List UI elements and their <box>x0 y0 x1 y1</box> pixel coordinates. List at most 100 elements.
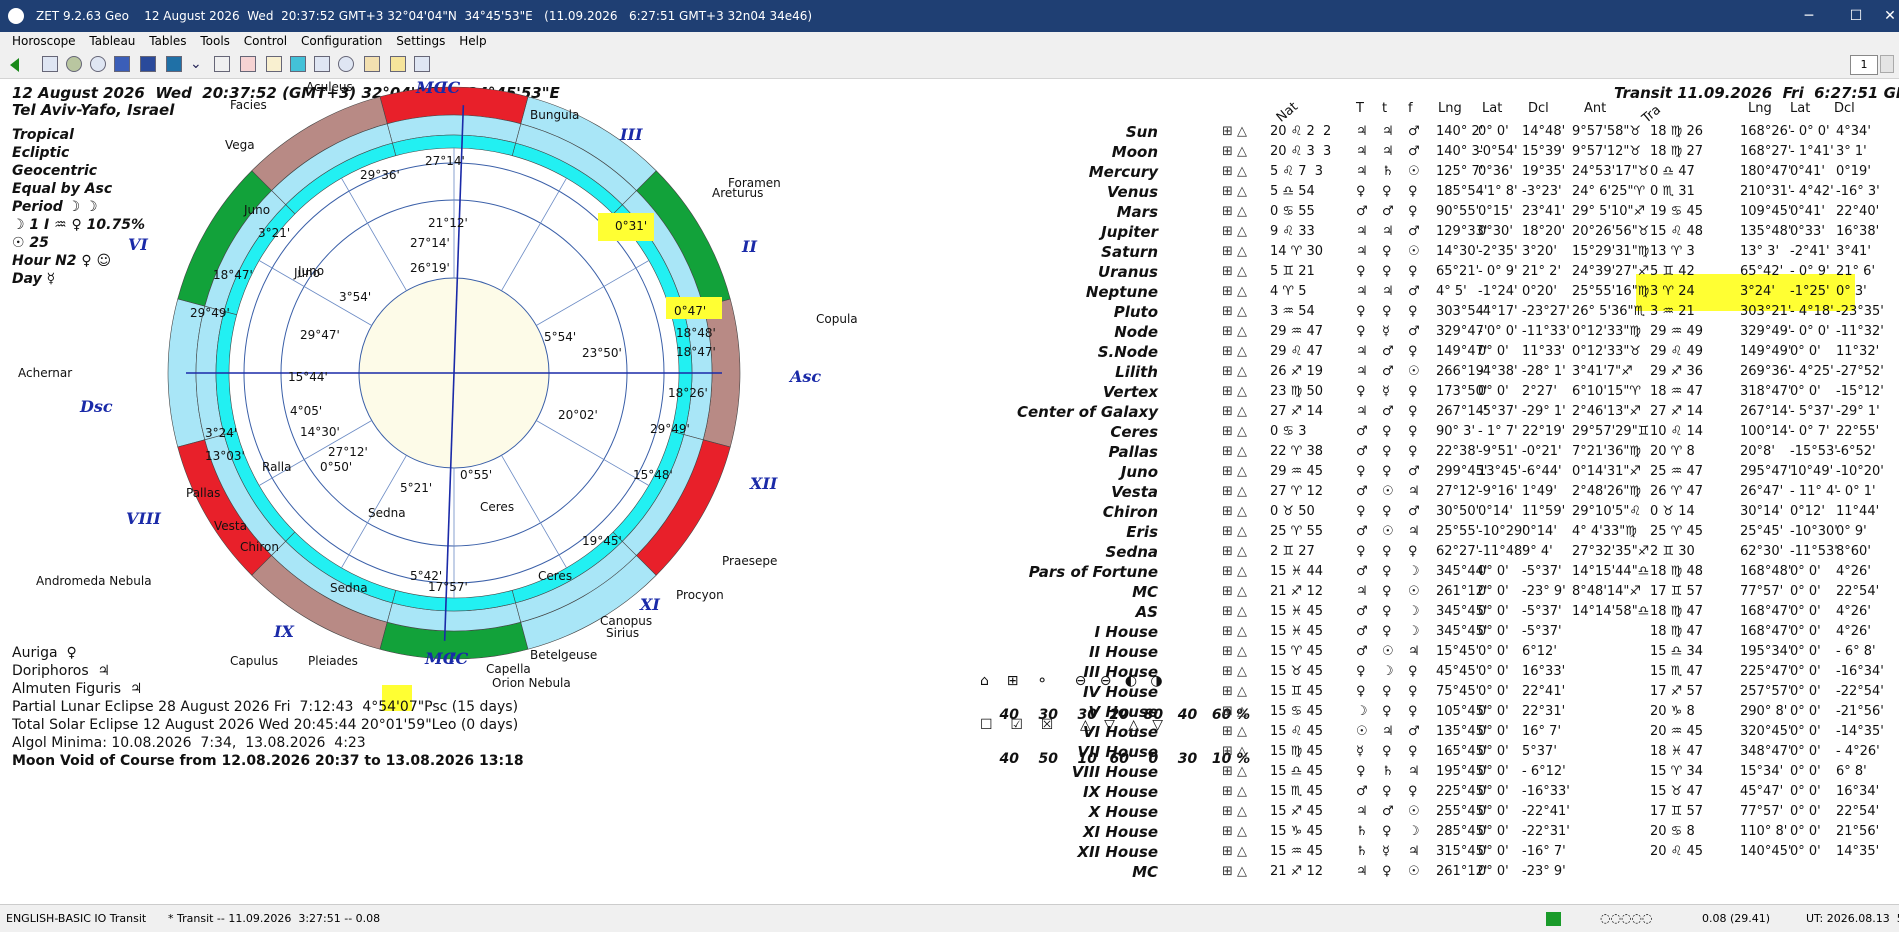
tool-calc-icon[interactable] <box>414 56 430 72</box>
cell-f: ♀ <box>1408 784 1418 799</box>
planet-name[interactable]: Ceres <box>1000 423 1158 441</box>
planet-name[interactable]: AS <box>1000 603 1158 621</box>
natal-degree-label: 0°50' <box>320 460 352 474</box>
cell-t: ♂ <box>1382 404 1394 419</box>
cell-T: ☉ <box>1356 724 1368 739</box>
tool-aspects-icon[interactable] <box>140 56 156 72</box>
planet-name[interactable]: IX House <box>1000 783 1158 801</box>
step-input[interactable]: 1 <box>1850 55 1878 75</box>
planet-name[interactable]: Sun <box>1000 123 1158 141</box>
tool-calendar-icon[interactable] <box>240 56 256 72</box>
cell-tra: 0 ♎ 47 <box>1650 164 1695 179</box>
cell-nat: 15 ♎ 45 <box>1270 764 1324 779</box>
cell-t: ♃ <box>1382 124 1394 139</box>
cell-lat: 0°30' <box>1478 224 1513 239</box>
planet-name[interactable]: Juno <box>1000 463 1158 481</box>
aspect-icons: ⊞ △ <box>1222 504 1248 519</box>
cell-tra: 29 ♒ 49 <box>1650 324 1704 339</box>
cell-dcl2: 22°54' <box>1836 584 1880 599</box>
horoscope-wheel[interactable]: III II Asc XII XI MC IC VI Dsc VIII IX I… <box>0 79 900 904</box>
menu-control[interactable]: Control <box>239 32 292 50</box>
planet-name[interactable]: Venus <box>1000 183 1158 201</box>
tool-book-icon[interactable] <box>266 56 282 72</box>
planet-name[interactable]: XI House <box>1000 823 1158 841</box>
back-arrow-icon[interactable] <box>10 58 19 72</box>
planet-name[interactable]: Sedna <box>1000 543 1158 561</box>
planet-name[interactable]: MC <box>1000 863 1158 881</box>
planet-name[interactable]: Moon <box>1000 143 1158 161</box>
planet-name[interactable]: VIII House <box>1000 763 1158 781</box>
menu-settings[interactable]: Settings <box>391 32 450 50</box>
aspect-icons: ⊞ △ <box>1222 664 1248 679</box>
tool-compass-icon[interactable] <box>364 56 380 72</box>
cell-dcl: -29° 1' <box>1522 404 1566 419</box>
planet-name[interactable]: Center of Galaxy <box>1000 403 1158 421</box>
planet-name[interactable]: Vertex <box>1000 383 1158 401</box>
aspect-icons: ⊞ △ <box>1222 464 1248 479</box>
planet-name[interactable]: Neptune <box>1000 283 1158 301</box>
tool-table-icon[interactable] <box>42 56 58 72</box>
menu-tools[interactable]: Tools <box>195 32 235 50</box>
cell-lng: 27°12' <box>1436 484 1480 499</box>
menu-tableau[interactable]: Tableau <box>84 32 140 50</box>
planet-name[interactable]: VII House <box>1000 743 1158 761</box>
planet-name[interactable]: MC <box>1000 583 1158 601</box>
planet-name[interactable]: XII House <box>1000 843 1158 861</box>
cell-nat: 0 ♋ 3 <box>1270 424 1307 439</box>
planet-name[interactable]: IV House <box>1000 683 1158 701</box>
planet-name[interactable]: Node <box>1000 323 1158 341</box>
menu-help[interactable]: Help <box>454 32 491 50</box>
planet-name[interactable]: III House <box>1000 663 1158 681</box>
planet-name[interactable]: Vesta <box>1000 483 1158 501</box>
natal-degree-label: 3°54' <box>339 290 371 304</box>
status-view-icons[interactable]: ◌◌◌◌◌ <box>1600 905 1652 932</box>
planet-name[interactable]: X House <box>1000 803 1158 821</box>
planet-name[interactable]: Lilith <box>1000 363 1158 381</box>
cell-nat: 15 ♑ 45 <box>1270 824 1324 839</box>
planet-name[interactable]: Uranus <box>1000 263 1158 281</box>
star-label-pleiades: Pleiades <box>308 654 358 668</box>
planet-name[interactable]: Jupiter <box>1000 223 1158 241</box>
tool-filter-icon[interactable]: ⌄ <box>190 56 206 72</box>
cell-t: ☉ <box>1382 524 1394 539</box>
tool-grid-icon[interactable] <box>166 56 182 72</box>
natal-degree-label: 5°54' <box>544 330 576 344</box>
close-button[interactable]: ✕ <box>1870 0 1899 32</box>
planet-name[interactable]: Mercury <box>1000 163 1158 181</box>
planet-name[interactable]: II House <box>1000 643 1158 661</box>
house-label-XI: XI <box>639 595 660 614</box>
menu-horoscope[interactable]: Horoscope <box>0 32 81 50</box>
cell-lng2: 168°47' <box>1740 604 1792 619</box>
tool-target-icon[interactable] <box>338 56 354 72</box>
cell-f: ♂ <box>1408 724 1420 739</box>
menu-bar: Horoscope Tableau Tables Tools Control C… <box>0 32 1899 52</box>
cell-lat: -4°17' <box>1478 304 1518 319</box>
planet-name[interactable]: V House <box>1000 703 1158 721</box>
scroll-right-icon[interactable] <box>1880 55 1894 73</box>
tool-globe-icon[interactable] <box>66 56 82 72</box>
planet-name[interactable]: Pluto <box>1000 303 1158 321</box>
tool-search-icon[interactable] <box>290 56 306 72</box>
planet-name[interactable]: Eris <box>1000 523 1158 541</box>
planet-name[interactable]: Pallas <box>1000 443 1159 461</box>
minimize-button[interactable]: ─ <box>1789 0 1829 32</box>
aspect-icons: ⊞ △ <box>1222 864 1248 879</box>
planet-name[interactable]: S.Node <box>1000 343 1158 361</box>
tool-docs-icon[interactable] <box>214 56 230 72</box>
tool-list-icon[interactable] <box>314 56 330 72</box>
cell-tra: 13 ♈ 3 <box>1650 244 1695 259</box>
planet-name[interactable]: Chiron <box>1000 503 1158 521</box>
planet-name[interactable]: Pars of Fortune <box>1000 563 1158 581</box>
menu-configuration[interactable]: Configuration <box>296 32 387 50</box>
menu-tables[interactable]: Tables <box>144 32 191 50</box>
tool-chart-icon[interactable] <box>114 56 130 72</box>
cell-nat: 3 ♒ 54 <box>1270 304 1315 319</box>
planet-name[interactable]: Saturn <box>1000 243 1158 261</box>
planet-name[interactable]: I House <box>1000 623 1158 641</box>
cell-lng: 90° 3' <box>1436 424 1476 439</box>
tool-wheel-icon[interactable] <box>90 56 106 72</box>
cell-lng2: 195°34' <box>1740 644 1792 659</box>
planet-name[interactable]: Mars <box>1000 203 1158 221</box>
planet-name[interactable]: VI House <box>1000 723 1158 741</box>
tool-warning-icon[interactable] <box>390 56 406 72</box>
